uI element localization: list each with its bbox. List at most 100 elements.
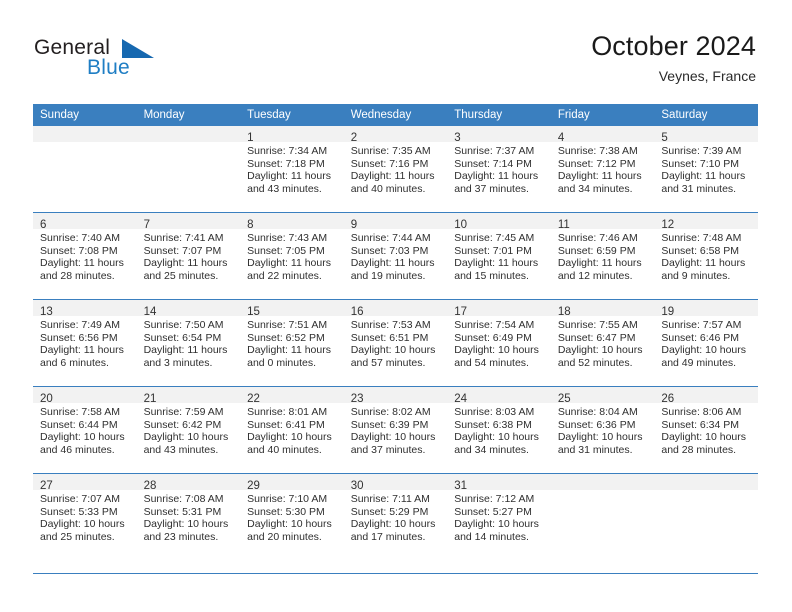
calendar-day-cell[interactable]: 28 Sunrise: 7:08 AM Sunset: 5:31 PM Dayligh… [136, 473, 241, 560]
sunset-text: Sunset: 7:03 PM [350, 244, 429, 257]
page-header: General Blue October 2024 Veynes, France [0, 0, 792, 104]
day-number: 17 [454, 306, 468, 318]
calendar-day-cell[interactable]: 12 Sunrise: 7:48 AM Sunset: 6:58 PM Dayligh… [654, 212, 758, 300]
daylight-text-line2: and 19 minutes. [350, 269, 426, 282]
calendar-day-cell[interactable]: 14 Sunrise: 7:50 AM Sunset: 6:54 PM Dayligh… [136, 299, 241, 387]
sunrise-sunset-calendar: Sunday Monday Tuesday Wednesday Thursday… [33, 104, 758, 560]
calendar-day-cell[interactable]: 24 Sunrise: 8:03 AM Sunset: 6:38 PM Dayligh… [447, 386, 551, 474]
day-details: Sunrise: 7:57 AM Sunset: 6:46 PM Daylight:… [654, 316, 758, 369]
calendar-day-cell[interactable]: 19 Sunrise: 7:57 AM Sunset: 6:46 PM Dayligh… [654, 299, 758, 387]
daylight-text-line1: Daylight: 11 hours [661, 257, 746, 270]
day-number-band: 27 [33, 474, 137, 492]
weekday-header-monday: Monday [136, 104, 241, 126]
sunset-text: Sunset: 6:49 PM [454, 331, 532, 344]
calendar-day-cell[interactable]: 27 Sunrise: 7:07 AM Sunset: 5:33 PM Dayligh… [33, 473, 137, 560]
calendar-day-cell[interactable]: 30 Sunrise: 7:11 AM Sunset: 5:29 PM Dayligh… [343, 473, 448, 560]
day-details: Sunrise: 7:41 AM Sunset: 7:07 PM Daylight:… [137, 229, 241, 282]
daylight-text-line1: Daylight: 10 hours [40, 431, 125, 444]
calendar-day-cell[interactable]: 1 Sunrise: 7:34 AM Sunset: 7:18 PM Daylight… [240, 126, 344, 213]
daylight-text-line1: Daylight: 11 hours [661, 170, 746, 183]
calendar-day-cell[interactable]: 10 Sunrise: 7:45 AM Sunset: 7:01 PM Dayligh… [447, 212, 551, 300]
daylight-text-line1: Daylight: 10 hours [247, 518, 332, 531]
calendar-day-cell[interactable]: 26 Sunrise: 8:06 AM Sunset: 6:34 PM Dayligh… [654, 386, 758, 474]
calendar-week-row: 13 Sunrise: 7:49 AM Sunset: 6:56 PM Dayligh… [33, 299, 758, 387]
daylight-text-line1: Daylight: 11 hours [350, 257, 435, 270]
day-details: Sunrise: 7:40 AM Sunset: 7:08 PM Daylight:… [33, 229, 137, 282]
calendar-day-cell[interactable]: 15 Sunrise: 7:51 AM Sunset: 6:52 PM Dayligh… [240, 299, 344, 387]
daylight-text-line1: Daylight: 10 hours [661, 344, 747, 357]
weekday-header-thursday: Thursday [447, 104, 551, 126]
daylight-text-line1: Daylight: 10 hours [350, 431, 436, 444]
sunset-text: Sunset: 5:33 PM [40, 505, 118, 518]
daylight-text-line1: Daylight: 11 hours [557, 170, 642, 183]
calendar-day-cell[interactable]: 4 Sunrise: 7:38 AM Sunset: 7:12 PM Daylight… [550, 126, 655, 213]
calendar-day-cell[interactable]: 7 Sunrise: 7:41 AM Sunset: 7:07 PM Daylight… [136, 212, 241, 300]
calendar-day-cell[interactable]: 3 Sunrise: 7:37 AM Sunset: 7:14 PM Daylight… [447, 126, 551, 213]
day-number-band: 19 [654, 300, 758, 318]
day-number: 22 [247, 393, 260, 405]
day-number: 29 [247, 480, 260, 492]
general-blue-logo[interactable]: General Blue [34, 36, 174, 86]
day-number-band: 14 [136, 300, 241, 318]
day-details: Sunrise: 8:06 AM Sunset: 6:34 PM Daylight:… [654, 403, 758, 456]
day-details: Sunrise: 7:12 AM Sunset: 5:27 PM Daylight:… [447, 490, 551, 543]
day-number: 7 [143, 219, 150, 231]
day-number: 19 [661, 306, 675, 318]
calendar-day-cell[interactable]: 5 Sunrise: 7:39 AM Sunset: 7:10 PM Daylight… [654, 126, 758, 213]
calendar-week-row: 27 Sunrise: 7:07 AM Sunset: 5:33 PM Dayligh… [33, 473, 758, 560]
daylight-text-line2: and 17 minutes. [350, 530, 426, 543]
calendar-day-cell[interactable]: 13 Sunrise: 7:49 AM Sunset: 6:56 PM Dayligh… [33, 299, 137, 387]
calendar-day-cell[interactable]: 8 Sunrise: 7:43 AM Sunset: 7:05 PM Daylight… [240, 212, 344, 300]
daylight-text-line2: and 57 minutes. [350, 356, 426, 369]
day-details: Sunrise: 7:34 AM Sunset: 7:18 PM Daylight:… [240, 142, 344, 195]
calendar-day-cell[interactable]: 21 Sunrise: 7:59 AM Sunset: 6:42 PM Dayligh… [136, 386, 241, 474]
daylight-text-line1: Daylight: 11 hours [454, 170, 539, 183]
day-number-band: 24 [447, 387, 551, 405]
daylight-text-line2: and 52 minutes. [557, 356, 633, 369]
calendar-day-cell[interactable]: 25 Sunrise: 8:04 AM Sunset: 6:36 PM Dayligh… [550, 386, 655, 474]
calendar-week-row: 6 Sunrise: 7:40 AM Sunset: 7:08 PM Daylight… [33, 212, 758, 300]
day-number-band: 29 [240, 474, 344, 492]
daylight-text-line2: and 54 minutes. [454, 356, 529, 369]
calendar-day-cell-empty [550, 473, 655, 560]
calendar-day-cell[interactable]: 9 Sunrise: 7:44 AM Sunset: 7:03 PM Daylight… [343, 212, 448, 300]
sunrise-text: Sunrise: 7:38 AM [557, 145, 638, 157]
day-details: Sunrise: 7:54 AM Sunset: 6:49 PM Daylight:… [447, 316, 551, 369]
calendar-day-cell[interactable]: 2 Sunrise: 7:35 AM Sunset: 7:16 PM Daylight… [343, 126, 448, 213]
calendar-day-cell[interactable]: 31 Sunrise: 7:12 AM Sunset: 5:27 PM Dayligh… [447, 473, 551, 560]
calendar-day-cell[interactable]: 16 Sunrise: 7:53 AM Sunset: 6:51 PM Dayligh… [343, 299, 448, 387]
calendar-day-cell[interactable]: 22 Sunrise: 8:01 AM Sunset: 6:41 PM Dayligh… [240, 386, 344, 474]
calendar-day-cell[interactable]: 20 Sunrise: 7:58 AM Sunset: 6:44 PM Dayligh… [33, 386, 137, 474]
day-details: Sunrise: 7:08 AM Sunset: 5:31 PM Daylight:… [137, 490, 241, 543]
sunrise-text: Sunrise: 7:35 AM [350, 145, 431, 157]
daylight-text-line1: Daylight: 10 hours [350, 518, 436, 531]
sunrise-text: Sunrise: 7:58 AM [40, 406, 120, 418]
daylight-text-line1: Daylight: 10 hours [454, 518, 539, 531]
sunrise-text: Sunrise: 8:04 AM [557, 406, 638, 418]
day-number-band: 20 [33, 387, 137, 405]
daylight-text-line1: Daylight: 11 hours [143, 344, 228, 357]
daylight-text-line1: Daylight: 11 hours [247, 344, 331, 357]
sunset-text: Sunset: 7:05 PM [247, 244, 325, 257]
daylight-text-line2: and 37 minutes. [454, 182, 529, 195]
calendar-day-cell[interactable]: 17 Sunrise: 7:54 AM Sunset: 6:49 PM Dayligh… [447, 299, 551, 387]
calendar-day-cell[interactable]: 11 Sunrise: 7:46 AM Sunset: 6:59 PM Dayligh… [550, 212, 655, 300]
sunrise-text: Sunrise: 8:01 AM [247, 406, 328, 418]
sunrise-text: Sunrise: 7:12 AM [454, 493, 535, 505]
daylight-text-line2: and 31 minutes. [661, 182, 737, 195]
weekday-header-tuesday: Tuesday [240, 104, 344, 126]
calendar-day-cell[interactable]: 18 Sunrise: 7:55 AM Sunset: 6:47 PM Dayligh… [550, 299, 655, 387]
calendar-day-cell[interactable]: 23 Sunrise: 8:02 AM Sunset: 6:39 PM Dayligh… [343, 386, 448, 474]
day-number: 30 [350, 480, 364, 492]
day-number-band: 25 [550, 387, 655, 405]
calendar-day-cell[interactable]: 29 Sunrise: 7:10 AM Sunset: 5:30 PM Dayligh… [240, 473, 344, 560]
day-number: 16 [350, 306, 364, 318]
day-number-band: 1 [240, 126, 344, 144]
daylight-text-line2: and 28 minutes. [661, 443, 737, 456]
day-number-band: 3 [447, 126, 551, 144]
sunrise-text: Sunrise: 8:02 AM [350, 406, 431, 418]
sunset-text: Sunset: 6:51 PM [350, 331, 429, 344]
day-number-band: 4 [550, 126, 655, 144]
day-number: 23 [350, 393, 364, 405]
calendar-day-cell[interactable]: 6 Sunrise: 7:40 AM Sunset: 7:08 PM Daylight… [33, 212, 137, 300]
